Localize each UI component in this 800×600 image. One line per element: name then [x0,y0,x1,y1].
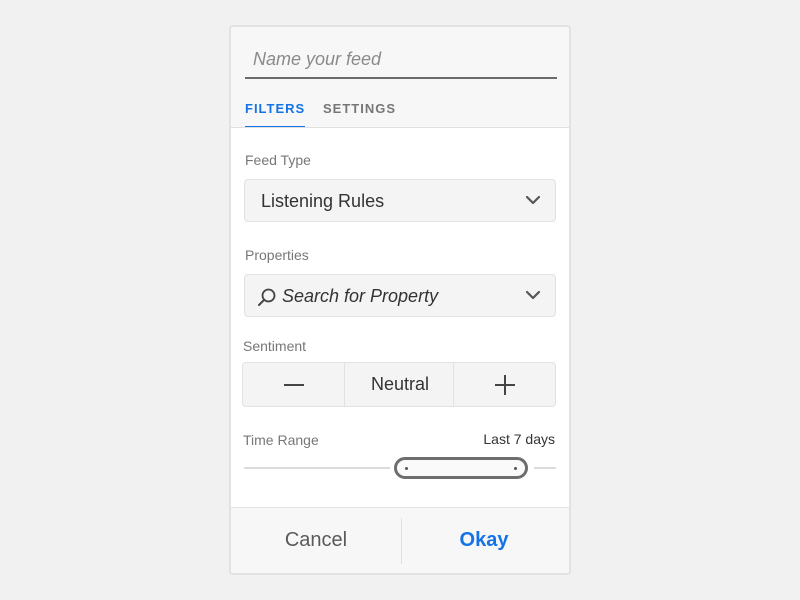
tab-settings[interactable]: SETTINGS [323,101,396,128]
feed-type-value: Listening Rules [261,191,385,211]
okay-button[interactable]: Okay [399,508,569,573]
minus-icon [284,384,304,386]
feed-type-select[interactable]: Listening Rules [244,179,556,222]
property-search-placeholder: Search for Property [282,286,439,306]
range-track-right [534,467,556,469]
sentiment-value: Neutral [370,374,430,394]
feed-name-input[interactable] [245,41,557,79]
handle-grip-right [514,467,517,470]
chevron-down-icon [525,290,541,300]
search-icon [258,288,276,306]
sentiment-increase-button[interactable] [453,363,555,406]
feed-type-label: Feed Type [245,152,311,168]
time-range-label: Time Range [243,432,319,448]
tab-filters[interactable]: FILTERS [245,101,306,128]
range-track-left [244,467,390,469]
time-range-slider-handle[interactable] [394,457,528,479]
plus-icon [495,375,515,395]
sentiment-label: Sentiment [243,338,307,354]
sentiment-decrease-button[interactable] [243,363,345,406]
dialog-footer: Cancel Okay [231,507,569,573]
filters-panel: Feed Type Listening Rules Properties Sea… [231,128,569,509]
property-search-select[interactable]: Search for Property [244,274,556,317]
properties-label: Properties [245,247,309,263]
handle-grip-left [405,467,408,470]
dialog-header: FILTERS SETTINGS [231,27,569,128]
chevron-down-icon [525,195,541,205]
cancel-button[interactable]: Cancel [231,508,401,573]
sentiment-stepper: Neutral [242,362,556,407]
new-feed-dialog: FILTERS SETTINGS Feed Type Listening Rul… [229,25,571,575]
time-range-value: Last 7 days [483,431,555,447]
